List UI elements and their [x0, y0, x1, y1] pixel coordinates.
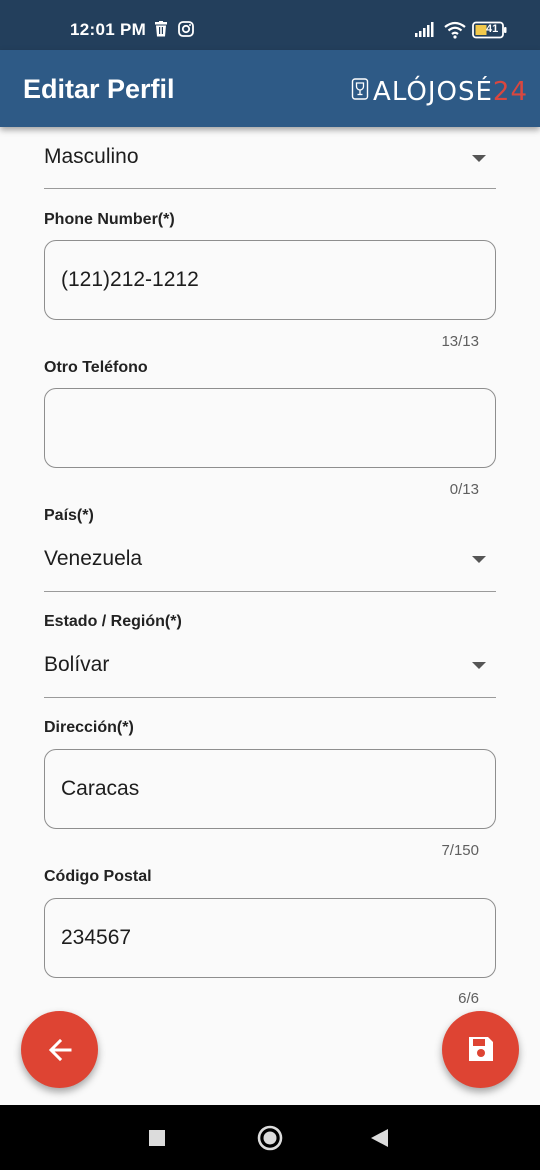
phone-field[interactable]: (121)212-1212 — [44, 240, 496, 320]
app-bar: Editar Perfil ALÓJOSÉ 24 — [0, 50, 540, 127]
other-phone-label: Otro Teléfono — [44, 359, 148, 376]
page-title: Editar Perfil — [23, 74, 175, 104]
save-button[interactable] — [442, 1011, 519, 1088]
other-phone-counter: 0/13 — [449, 481, 479, 498]
chevron-down-icon — [472, 662, 486, 669]
country-label: País(*) — [44, 507, 94, 524]
postal-label: Código Postal — [44, 868, 152, 885]
state-dropdown[interactable]: Bolívar — [44, 638, 496, 698]
arrow-left-icon — [46, 1036, 74, 1069]
gender-dropdown[interactable]: Masculino — [44, 129, 496, 189]
chevron-down-icon — [472, 556, 486, 563]
wine-glass-icon — [351, 77, 369, 108]
home-circle-icon[interactable] — [257, 1125, 283, 1156]
address-counter: 7/150 — [441, 842, 479, 859]
country-dropdown[interactable]: Venezuela — [44, 532, 496, 592]
postal-counter: 6/6 — [458, 990, 479, 1007]
back-button[interactable] — [21, 1011, 98, 1088]
address-label: Dirección(*) — [44, 719, 134, 736]
signal-icon — [414, 22, 436, 43]
country-value: Venezuela — [44, 547, 143, 570]
address-value: Caracas — [61, 777, 140, 800]
phone-counter: 13/13 — [441, 333, 479, 350]
state-value: Bolívar — [44, 653, 110, 676]
battery-level: 41 — [486, 23, 499, 35]
gender-value: Masculino — [44, 145, 139, 168]
system-nav-bar — [0, 1105, 540, 1170]
trash-icon — [154, 21, 168, 42]
brand-logo: ALÓJOSÉ 24 — [351, 77, 528, 107]
postal-value: 234567 — [61, 926, 132, 949]
postal-field[interactable]: 234567 — [44, 898, 496, 978]
chevron-down-icon — [472, 155, 486, 162]
save-icon — [467, 1035, 495, 1068]
wifi-icon — [443, 21, 467, 44]
status-bar: 12:01 PM 41 — [0, 0, 540, 50]
brand-number: 24 — [492, 77, 528, 107]
brand-name: ALÓJOSÉ — [373, 77, 493, 107]
phone-label: Phone Number(*) — [44, 211, 175, 228]
recents-square-icon[interactable] — [149, 1130, 165, 1151]
state-label: Estado / Región(*) — [44, 613, 182, 630]
back-triangle-icon[interactable] — [371, 1129, 389, 1152]
other-phone-field[interactable] — [44, 388, 496, 468]
phone-value: (121)212-1212 — [61, 268, 199, 291]
address-field[interactable]: Caracas — [44, 749, 496, 829]
profile-form[interactable]: Masculino Phone Number(*) (121)212-1212 … — [0, 127, 540, 1105]
instagram-icon — [178, 21, 194, 42]
status-time: 12:01 PM — [70, 20, 147, 39]
